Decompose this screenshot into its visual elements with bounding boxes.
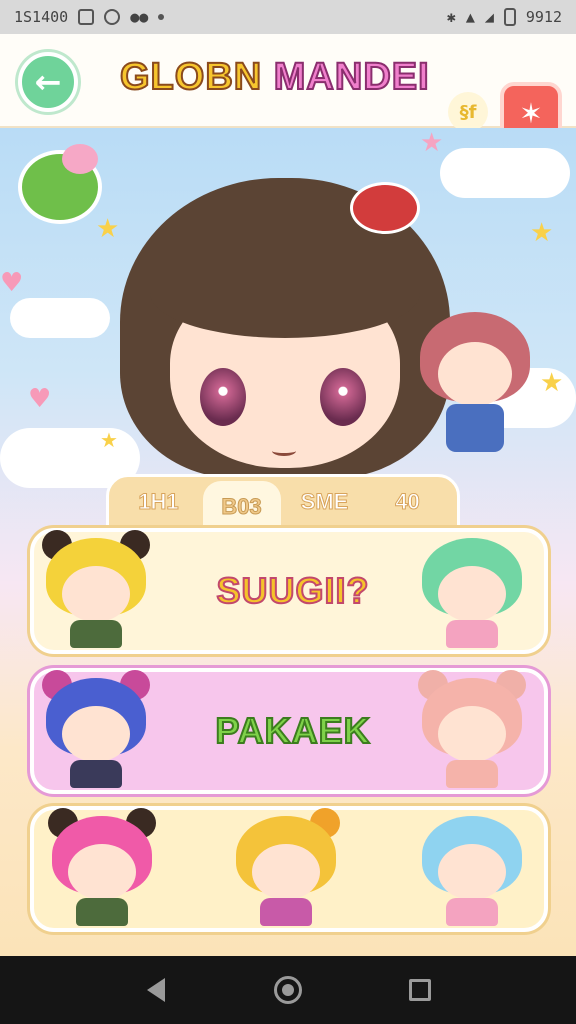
tab-sme[interactable]: SME bbox=[286, 481, 364, 523]
battery-icon bbox=[503, 8, 516, 26]
signal-icon: ◢ bbox=[484, 8, 494, 26]
character-card-1[interactable]: SUUGII? bbox=[30, 528, 548, 654]
triangle-back-icon bbox=[147, 978, 165, 1002]
title-part-2: MANDEI bbox=[273, 55, 430, 99]
circle-home-icon bbox=[274, 976, 302, 1004]
heart-icon: ♥ bbox=[28, 384, 52, 414]
green-hair-character bbox=[418, 534, 526, 650]
app-header: ← GLOBN MANDEI §f ✶ bbox=[0, 34, 576, 144]
notification-icon bbox=[78, 9, 95, 25]
navigation-bar bbox=[0, 956, 576, 1024]
arrow-left-icon: ← bbox=[34, 63, 62, 101]
game-title: GLOBN MANDEI bbox=[119, 55, 430, 99]
cloud-decoration bbox=[10, 298, 110, 338]
bluetooth-icon: ✱ bbox=[446, 8, 456, 26]
nav-recent-button[interactable] bbox=[400, 970, 440, 1010]
small-character bbox=[420, 312, 530, 452]
tab-40[interactable]: 40 bbox=[369, 481, 447, 523]
star-icon: ★ bbox=[96, 214, 120, 244]
status-clock: 9912 bbox=[525, 8, 562, 26]
media-icon: ●● bbox=[130, 8, 149, 26]
status-time: 1S1400 bbox=[14, 8, 69, 26]
cloud-decoration bbox=[440, 148, 570, 198]
status-bar: 1S1400 ●● ✱ ▲ ◢ 9912 bbox=[0, 0, 576, 34]
peach-hair-character bbox=[418, 670, 526, 790]
app-icon bbox=[104, 9, 121, 25]
character-card-2[interactable]: PAKAEK bbox=[30, 668, 548, 794]
star-icon: ★ bbox=[540, 368, 564, 398]
tab-1h1[interactable]: 1H1 bbox=[120, 481, 198, 523]
tab-bar: 1H1 B03 SME 40 bbox=[106, 474, 460, 533]
game-scene: ★ ★ ★ ★ ★ ♥ ♥ 1H1 B03 SME 40 SUUGII? PAK… bbox=[0, 128, 576, 956]
nav-back-button[interactable] bbox=[136, 970, 176, 1010]
light-blue-hair-character bbox=[418, 812, 526, 928]
square-recent-icon bbox=[409, 979, 431, 1001]
more-dot-icon bbox=[158, 14, 165, 20]
star-icon: ★ bbox=[100, 428, 118, 452]
back-button[interactable]: ← bbox=[18, 52, 78, 112]
orange-hair-character bbox=[232, 808, 340, 928]
nav-home-button[interactable] bbox=[268, 970, 308, 1010]
pink-hair-character bbox=[48, 808, 156, 928]
main-character bbox=[120, 158, 450, 488]
heart-icon: ♥ bbox=[0, 268, 24, 298]
character-card-3[interactable] bbox=[30, 806, 548, 932]
currency-badge: §f bbox=[448, 92, 488, 132]
bow-icon bbox=[350, 182, 420, 234]
wifi-icon: ▲ bbox=[465, 8, 475, 26]
title-part-1: GLOBN bbox=[119, 55, 263, 99]
star-icon: ★ bbox=[420, 128, 444, 158]
mascot-icon bbox=[18, 144, 102, 224]
rocket-icon: ✶ bbox=[519, 96, 543, 130]
tab-b03[interactable]: B03 bbox=[202, 481, 281, 533]
star-icon: ★ bbox=[530, 218, 554, 248]
